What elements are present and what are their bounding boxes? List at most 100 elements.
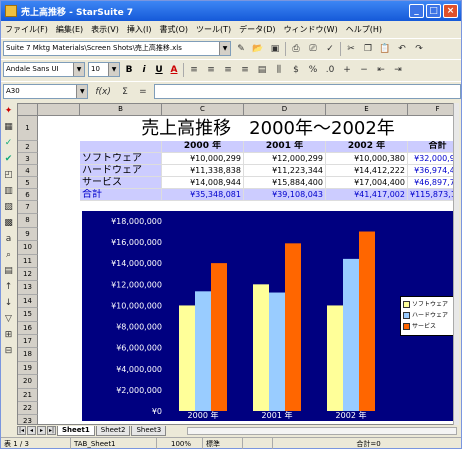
table-cell[interactable]: ¥11,338,838 xyxy=(162,165,244,177)
column-header[interactable]: B xyxy=(80,104,162,116)
vertical-scrollbar[interactable] xyxy=(453,103,459,425)
row-header[interactable]: 14 xyxy=(18,294,38,309)
minimize-button[interactable]: _ xyxy=(409,4,424,18)
italic-button[interactable]: i xyxy=(138,65,150,75)
table-header-cell[interactable]: 2001 年 xyxy=(244,141,326,153)
row-label[interactable]: 合計 xyxy=(80,189,162,201)
wizard-icon[interactable]: ✦ xyxy=(3,105,15,117)
row-header[interactable]: 4 xyxy=(18,165,38,177)
table-cell[interactable]: ¥14,008,944 xyxy=(162,177,244,189)
table-cell[interactable]: ¥11,223,344 xyxy=(244,165,326,177)
row-label[interactable]: サービス xyxy=(80,177,162,189)
insert-image-icon[interactable]: ▨ xyxy=(3,201,15,213)
spellcheck-icon[interactable]: ✓ xyxy=(3,137,15,149)
insert-chart-icon[interactable]: ▥ xyxy=(3,185,15,197)
table-cell[interactable]: ¥17,004,400 xyxy=(326,177,408,189)
bold-button[interactable]: B xyxy=(123,65,135,75)
undo-icon[interactable]: ↶ xyxy=(395,42,409,56)
row-header[interactable]: 8 xyxy=(18,214,38,228)
chart-object[interactable]: ¥0 ¥2,000,000 ¥4,000,000 ¥6,000,000 ¥8,000,0… xyxy=(82,211,454,421)
table-cell[interactable]: ¥10,000,299 xyxy=(162,153,244,165)
menu-edit[interactable]: 編集(E) xyxy=(56,24,83,35)
maximize-button[interactable]: □ xyxy=(426,4,441,18)
indent-increase-icon[interactable]: ⇥ xyxy=(391,63,405,77)
font-color-button[interactable]: A xyxy=(168,65,180,75)
row-header[interactable]: 1 xyxy=(18,116,38,141)
row-header[interactable]: 22 xyxy=(18,402,38,416)
table-cell[interactable]: ¥14,412,222 xyxy=(326,165,408,177)
cut-icon[interactable]: ✂ xyxy=(344,42,358,56)
merge-cells-icon[interactable]: ▤ xyxy=(255,63,269,77)
delete-cell-icon[interactable]: ⊟ xyxy=(3,345,15,357)
chevron-down-icon[interactable]: ▼ xyxy=(108,63,119,76)
menu-view[interactable]: 表示(V) xyxy=(91,24,119,35)
copy-icon[interactable]: ❐ xyxy=(361,42,375,56)
remove-decimal-icon[interactable]: − xyxy=(357,63,371,77)
menu-data[interactable]: データ(D) xyxy=(239,24,275,35)
row-header[interactable]: 6 xyxy=(18,189,38,201)
percent-icon[interactable]: % xyxy=(306,63,320,77)
edit-file-icon[interactable]: ✎ xyxy=(234,42,248,56)
gallery-icon[interactable]: ▩ xyxy=(3,217,15,229)
prev-sheet-button[interactable]: ◂ xyxy=(27,426,36,435)
menu-file[interactable]: ファイル(F) xyxy=(5,24,48,35)
row-header[interactable]: 10 xyxy=(18,241,38,255)
row-header[interactable]: 17 xyxy=(18,335,38,349)
row-header[interactable]: 9 xyxy=(18,227,38,242)
row-header[interactable]: 12 xyxy=(18,268,38,282)
table-cell[interactable]: ¥35,348,081 xyxy=(162,189,244,201)
first-sheet-button[interactable]: |◂ xyxy=(17,426,26,435)
name-box[interactable]: A30 ▼ xyxy=(3,84,89,99)
decimal-icon[interactable]: .0 xyxy=(323,63,337,77)
column-header[interactable]: D xyxy=(244,104,326,116)
row-header[interactable]: 5 xyxy=(18,177,38,189)
autospell-icon[interactable]: ✔ xyxy=(3,153,15,165)
row-header[interactable]: 13 xyxy=(18,281,38,295)
sheet-title[interactable]: 売上高推移 2000年～2002年 xyxy=(80,117,454,141)
row-header[interactable]: 2 xyxy=(18,141,38,153)
table-header-cell[interactable]: 合計 xyxy=(408,141,454,153)
currency-icon[interactable]: $ xyxy=(289,63,303,77)
table-header-cell[interactable] xyxy=(80,141,162,153)
indent-decrease-icon[interactable]: ⇤ xyxy=(374,63,388,77)
tab-sheet2[interactable]: Sheet2 xyxy=(95,425,131,436)
show-draw-icon[interactable]: ▦ xyxy=(3,121,15,133)
menu-window[interactable]: ウィンドウ(W) xyxy=(284,24,338,35)
tab-sheet1[interactable]: Sheet1 xyxy=(57,425,95,436)
close-button[interactable]: × xyxy=(443,4,458,18)
export-pdf-icon[interactable]: ⎙ xyxy=(289,42,303,56)
table-cell[interactable]: ¥46,897,744 xyxy=(408,177,454,189)
row-header[interactable]: 21 xyxy=(18,388,38,402)
function-wizard-icon[interactable]: f(x) xyxy=(92,85,114,99)
vertical-align-icon[interactable]: ⫼ xyxy=(272,63,286,77)
table-cell[interactable]: ¥15,884,400 xyxy=(244,177,326,189)
table-cell[interactable]: ¥32,000,978 xyxy=(408,153,454,165)
insert-cell-icon[interactable]: ⊞ xyxy=(3,329,15,341)
row-header[interactable]: 20 xyxy=(18,375,38,389)
align-center-icon[interactable]: ≡ xyxy=(204,63,218,77)
print-icon[interactable]: ⎚ xyxy=(306,42,320,56)
table-cell[interactable]: ¥12,000,299 xyxy=(244,153,326,165)
align-left-icon[interactable]: ≡ xyxy=(187,63,201,77)
column-header[interactable] xyxy=(38,104,80,116)
chevron-down-icon[interactable]: ▼ xyxy=(76,85,88,98)
open-folder-icon[interactable]: 📂 xyxy=(251,42,265,56)
paste-icon[interactable]: 📋 xyxy=(378,42,392,56)
row-header[interactable]: 11 xyxy=(18,254,38,268)
font-size-combo[interactable]: 10 ▼ xyxy=(88,62,120,77)
row-header[interactable]: 19 xyxy=(18,361,38,376)
table-cell[interactable]: ¥41,417,002 xyxy=(326,189,408,201)
last-sheet-button[interactable]: ▸| xyxy=(47,426,56,435)
table-cell[interactable]: ¥36,974,404 xyxy=(408,165,454,177)
menu-help[interactable]: ヘルプ(H) xyxy=(346,24,382,35)
row-header[interactable]: 18 xyxy=(18,348,38,362)
underline-button[interactable]: U xyxy=(153,65,165,75)
column-header[interactable]: E xyxy=(326,104,408,116)
row-header[interactable]: 16 xyxy=(18,321,38,335)
sort-ascending-icon[interactable]: ↑ xyxy=(3,281,15,293)
status-mode[interactable]: 標準 xyxy=(203,438,243,449)
table-cell[interactable]: ¥10,000,380 xyxy=(326,153,408,165)
redo-icon[interactable]: ↷ xyxy=(412,42,426,56)
row-header[interactable]: 7 xyxy=(18,201,38,215)
row-header[interactable]: 3 xyxy=(18,153,38,165)
